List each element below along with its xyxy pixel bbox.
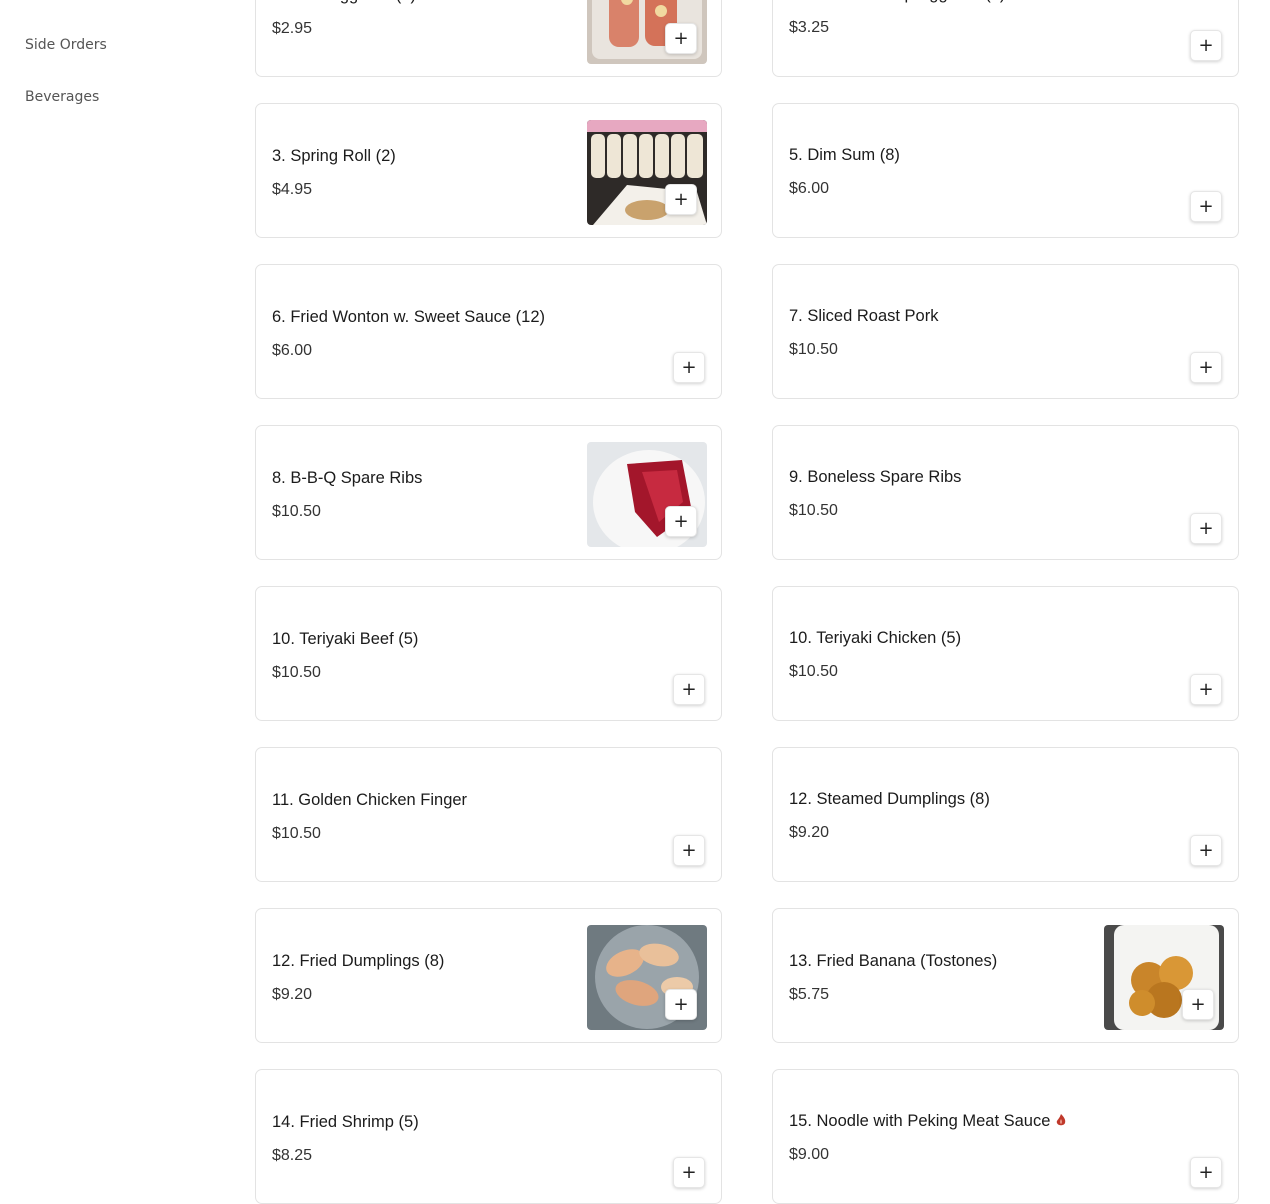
chili-pepper-icon [1055,1113,1067,1132]
menu-item-price: $10.50 [789,341,838,358]
menu-item-price: $3.25 [789,19,830,36]
menu-item-price: $8.25 [272,1147,313,1164]
menu-item-name: 13. Fried Banana (Tostones) [789,952,998,970]
menu-item-card[interactable]: 9. Boneless Spare Ribs $10.50 + [772,425,1239,560]
menu-item-card[interactable]: 6. Fried Wonton w. Sweet Sauce (12) $6.00… [255,264,722,399]
menu-item-name: 5. Dim Sum (8) [789,146,900,164]
menu-item-name: 8. B-B-Q Spare Ribs [272,469,423,487]
menu-item-name: 10. Teriyaki Beef (5) [272,630,419,648]
menu-item-name: 12. Steamed Dumplings (8) [789,790,990,808]
add-to-cart-button[interactable]: + [1190,835,1222,866]
menu-item-name: 15. Noodle with Peking Meat Sauce [789,1112,1067,1132]
menu-item-card[interactable]: 8. B-B-Q Spare Ribs $10.50 + [255,425,722,560]
menu-item-name: 2. Pork & Shrimp Egg Roll (1) [789,0,1005,4]
menu-item-name: 6. Fried Wonton w. Sweet Sauce (12) [272,308,545,326]
menu-item-card[interactable]: 11. Golden Chicken Finger $10.50 + [255,747,722,882]
add-to-cart-button[interactable]: + [1190,30,1222,61]
menu-item-card[interactable]: 5. Dim Sum (8) $6.00 + [772,103,1239,238]
menu-item-card[interactable]: 3. Spring Roll (2) $4.95 + [255,103,722,238]
menu-item-name: 14. Fried Shrimp (5) [272,1113,419,1131]
menu-item-price: $2.95 [272,20,313,37]
add-to-cart-button[interactable]: + [1182,989,1214,1020]
menu-item-card[interactable]: 13. Fried Banana (Tostones) $5.75 + [772,908,1239,1043]
menu-item-name: 10. Teriyaki Chicken (5) [789,629,962,647]
add-to-cart-button[interactable]: + [1190,674,1222,705]
menu-item-card[interactable]: 15. Noodle with Peking Meat Sauce $9.00 + [772,1069,1239,1204]
add-to-cart-button[interactable]: + [665,506,697,537]
menu-item-price: $9.20 [789,824,830,841]
menu-item-card[interactable]: 1. Pork Egg Roll (1) $2.95 + [255,0,722,77]
menu-item-price: $10.50 [789,502,838,519]
menu-item-price: $10.50 [789,663,838,680]
add-to-cart-button[interactable]: + [665,23,697,54]
add-to-cart-button[interactable]: + [673,674,705,705]
menu-item-name: 9. Boneless Spare Ribs [789,468,962,486]
add-to-cart-button[interactable]: + [665,989,697,1020]
menu-item-card[interactable]: 14. Fried Shrimp (5) $8.25 + [255,1069,722,1204]
menu-item-price: $10.50 [272,825,321,842]
menu-item-price: $9.20 [272,986,313,1003]
add-to-cart-button[interactable]: + [673,352,705,383]
menu-item-price: $9.00 [789,1146,830,1163]
menu-item-card[interactable]: 10. Teriyaki Beef (5) $10.50 + [255,586,722,721]
menu-item-card[interactable]: 12. Steamed Dumplings (8) $9.20 + [772,747,1239,882]
menu-item-name: 3. Spring Roll (2) [272,147,396,165]
menu-item-price: $6.00 [789,180,830,197]
menu-item-card[interactable]: 7. Sliced Roast Pork $10.50 + [772,264,1239,399]
menu-item-card[interactable]: 10. Teriyaki Chicken (5) $10.50 + [772,586,1239,721]
add-to-cart-button[interactable]: + [1190,513,1222,544]
menu-grid: 1. Pork Egg Roll (1) $2.95 +2. Pork & Shri… [0,0,1270,1204]
menu-item-price: $10.50 [272,503,321,520]
add-to-cart-button[interactable]: + [665,184,697,215]
add-to-cart-button[interactable]: + [1190,191,1222,222]
menu-item-card[interactable]: 12. Fried Dumplings (8) $9.20 + [255,908,722,1043]
menu-item-price: $4.95 [272,181,313,198]
menu-item-name: 11. Golden Chicken Finger [272,791,468,809]
menu-item-name: 12. Fried Dumplings (8) [272,952,445,970]
menu-item-name: 1. Pork Egg Roll (1) [272,0,416,5]
menu-item-price: $10.50 [272,664,321,681]
menu-item-price: $5.75 [789,986,830,1003]
menu-item-card[interactable]: 2. Pork & Shrimp Egg Roll (1) $3.25 + [772,0,1239,77]
add-to-cart-button[interactable]: + [673,835,705,866]
add-to-cart-button[interactable]: + [1190,352,1222,383]
menu-item-name: 7. Sliced Roast Pork [789,307,939,325]
menu-item-price: $6.00 [272,342,313,359]
